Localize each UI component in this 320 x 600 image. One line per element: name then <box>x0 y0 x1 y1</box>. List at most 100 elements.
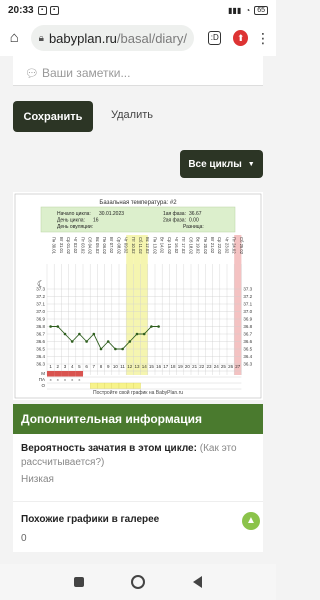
page-content: 💬︎ Ваши заметки... Сохранить Удалить Все … <box>0 56 276 564</box>
current-day-column <box>234 235 242 375</box>
highlight-column <box>140 235 148 375</box>
date-tick-label: Вт 07.02 <box>109 237 114 254</box>
temperature-point <box>78 332 81 336</box>
menu-icon[interactable]: ⋮ <box>256 30 270 47</box>
day-number-label: 12 <box>127 364 133 369</box>
browser-toolbar: ⌂ 🔒︎ babyplan.ru/basal/diary/ :D ⬆ ⋮ <box>0 20 276 56</box>
temperature-point <box>157 325 160 328</box>
phase1-value: 36.67 <box>189 211 202 217</box>
menstruation-cell <box>61 371 69 377</box>
day-number-label: 26 <box>228 364 234 369</box>
date-tick-label: Сб 04.02 <box>88 237 93 255</box>
y-tick-label: 36.5 <box>36 347 45 352</box>
date-tick-label: Чт 09.02 <box>124 237 129 254</box>
caret-down-icon: ▼ <box>247 160 255 168</box>
delete-link[interactable]: Удалить <box>111 109 153 121</box>
temperature-point <box>56 325 60 328</box>
ovulation-test-cell <box>90 382 98 389</box>
temperature-point <box>142 332 146 336</box>
home-icon[interactable]: ⌂ <box>6 29 23 47</box>
ovulation-test-cell <box>133 382 141 389</box>
y-tick-label-right: 36.7 <box>243 332 252 337</box>
temperature-point <box>150 325 153 328</box>
date-tick-label: Пт 10.02 <box>131 237 136 254</box>
conception-value: Низкая <box>21 474 54 485</box>
temperature-point <box>114 347 117 351</box>
temperature-point <box>92 332 96 336</box>
temperature-point <box>63 332 67 336</box>
scroll-top-icon[interactable]: ▲ <box>242 512 260 530</box>
y-tick-label: 37.2 <box>36 294 45 299</box>
temperature-point <box>135 332 139 336</box>
date-tick-label: Пт 03.02 <box>80 237 85 254</box>
date-tick-label: Пт 17.02 <box>181 237 186 254</box>
conception-label: Вероятность зачатия в этом цикле: <box>21 443 197 454</box>
y-tick-label: 36.6 <box>36 339 45 344</box>
phase2-label: 2ая фаза: <box>163 218 186 224</box>
status-bar: 20:33 ▪ ▪ ▮▮▮ ◔ 65 <box>0 0 276 20</box>
day-number-label: 27 <box>235 364 241 369</box>
pa-mark: x <box>64 377 66 382</box>
day-number-label: 18 <box>170 364 176 369</box>
moon-icon: ☾ <box>37 280 45 290</box>
similar-label[interactable]: Похожие графики в галерее <box>21 514 255 525</box>
ovulation-test-cell <box>126 382 134 389</box>
update-icon[interactable]: ⬆ <box>233 30 248 46</box>
ovulation-test-cell <box>111 382 120 389</box>
date-tick-label: Ср 01.02 <box>66 237 71 255</box>
date-tick-label: Сб 18.02 <box>188 237 193 255</box>
day-number-label: 14 <box>142 364 148 369</box>
notes-field[interactable]: 💬︎ Ваши заметки... <box>13 56 263 86</box>
date-tick-label: Вт 21.02 <box>210 237 215 254</box>
tabs-icon[interactable]: :D <box>208 31 222 45</box>
url-host: babyplan.ru <box>48 30 117 46</box>
address-bar[interactable]: 🔒︎ babyplan.ru/basal/diary/ <box>30 25 195 51</box>
bbt-chart[interactable]: Базальная температура: #2 Начало цикла: … <box>13 192 263 400</box>
all-cycles-dropdown[interactable]: Все циклы ▼ <box>180 150 263 178</box>
phase1-label: 1ая фаза: <box>163 211 186 217</box>
date-tick-label: Вс 12.02 <box>145 237 150 254</box>
row-label: ПА <box>39 377 45 382</box>
cycle-day-label: День цикла: <box>57 218 85 224</box>
date-tick-label: Вт 31.01 <box>59 237 64 254</box>
y-tick-label: 36.9 <box>36 317 45 322</box>
day-number-label: 20 <box>185 364 191 369</box>
date-tick-label: Ср 08.02 <box>116 237 121 255</box>
recent-apps-icon[interactable] <box>73 577 84 587</box>
conception-question: Вероятность зачатия в этом цикле: (Как э… <box>21 442 255 470</box>
android-nav-bar <box>0 564 276 600</box>
notification-icon: ▪ <box>37 5 47 15</box>
ovulation-test-cell <box>104 382 112 389</box>
home-nav-icon[interactable] <box>131 575 146 589</box>
y-tick-label-right: 36.5 <box>243 347 252 352</box>
menstruation-cell <box>54 371 62 377</box>
pa-mark: x <box>57 377 59 382</box>
date-tick-label: Пн 30.01 <box>52 237 57 255</box>
cycle-start-value: 30.01.2023 <box>99 211 124 217</box>
notification-icon: ▪ <box>49 5 59 15</box>
menstruation-cell <box>47 371 55 377</box>
conception-block: Вероятность зачатия в этом цикле: (Как э… <box>13 434 263 502</box>
pa-mark: x <box>50 377 52 382</box>
diff-label: Разница: <box>183 224 204 230</box>
y-tick-label-right: 37.3 <box>243 287 252 292</box>
day-number-label: 25 <box>221 364 227 369</box>
back-icon[interactable] <box>193 576 203 588</box>
date-tick-label: Сб 25.02 <box>239 237 244 255</box>
battery-icon: 65 <box>254 5 268 15</box>
day-number-label: 22 <box>199 364 205 369</box>
temperature-point <box>106 340 110 343</box>
day-number-label: 19 <box>178 364 184 369</box>
chart-footer: Постройте свой график на BabyPlan.ru <box>93 389 183 396</box>
menstruation-cell <box>75 371 83 377</box>
date-tick-label: Ср 22.02 <box>217 237 222 255</box>
phase2-value: 0.00 <box>189 218 199 224</box>
system-icons: ▮▮▮ ◔ 65 <box>228 5 268 15</box>
y-tick-label-right: 36.6 <box>243 339 252 344</box>
ovulation-test-cell <box>118 382 127 389</box>
save-button[interactable]: Сохранить <box>13 101 93 132</box>
day-number-label: 11 <box>120 364 125 369</box>
temperature-point <box>49 325 52 328</box>
y-tick-label-right: 36.4 <box>243 354 252 359</box>
temperature-point <box>70 340 74 343</box>
